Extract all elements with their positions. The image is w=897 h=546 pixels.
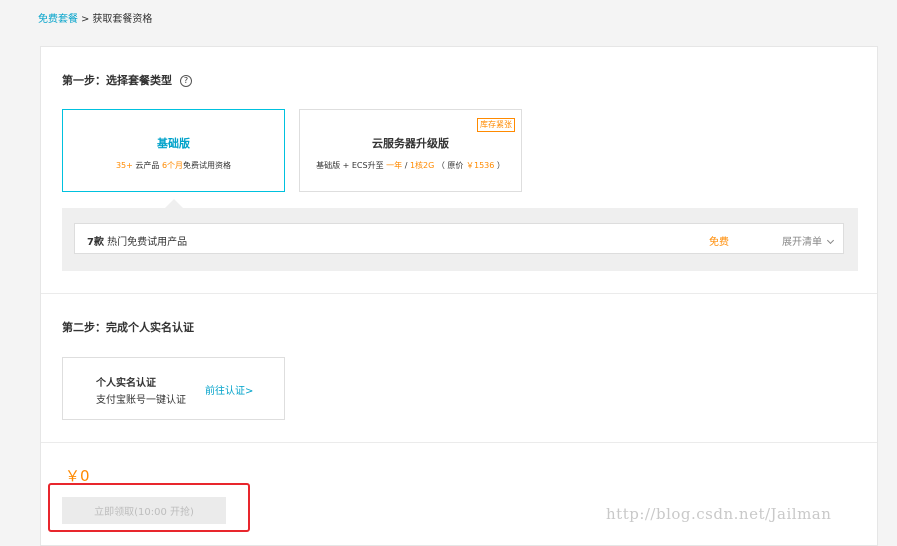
- divider-step2: [41, 442, 877, 443]
- stock-badge: 库存紧张: [477, 118, 515, 132]
- verify-card: 个人实名认证 支付宝账号一键认证 前往认证>: [62, 357, 285, 420]
- product-area: 7款 热门免费试用产品 免费 展开清单: [62, 208, 858, 271]
- plan-basic-desc: 35+ 云产品 6个月免费试用资格: [63, 160, 284, 171]
- plan-upgrade-price: ￥1536: [465, 161, 495, 170]
- verify-title: 个人实名认证: [96, 378, 156, 389]
- step2-title: 第二步：完成个人实名认证: [62, 321, 194, 334]
- plan-upgrade-year: 一年: [386, 161, 403, 170]
- plan-basic-name: 基础版: [157, 137, 190, 150]
- plan-upgrade-spec: 1核2G: [409, 161, 435, 170]
- go-verify-link[interactable]: 前往认证>: [205, 382, 253, 397]
- plan-basic-text1: 云产品: [135, 161, 160, 170]
- free-label: 免费: [709, 237, 729, 248]
- plan-basic-text2: 免费试用资格: [183, 161, 232, 170]
- watermark: http://blog.csdn.net/Jailman: [606, 505, 832, 523]
- divider-step1: [41, 293, 877, 294]
- plan-upgrade-prefix: 基础版 + ECS升至: [316, 161, 384, 170]
- product-list-bar[interactable]: 7款 热门免费试用产品 免费 展开清单: [74, 223, 844, 254]
- product-count: 7款 热门免费试用产品: [87, 233, 187, 248]
- plan-card-upgrade[interactable]: 库存紧张 云服务器升级版 基础版 + ECS升至 一年 / 1核2G （ 原价 …: [299, 109, 522, 192]
- expand-list-button[interactable]: 展开清单: [782, 233, 835, 248]
- plan-upgrade-name: 云服务器升级版: [372, 137, 449, 150]
- highlight-annotation-box: [48, 483, 250, 532]
- selection-pointer: [165, 199, 183, 208]
- product-count-label: 热门免费试用产品: [107, 237, 188, 248]
- step1-title-text: 第一步：选择套餐类型: [62, 74, 172, 87]
- product-count-number: 7款: [87, 237, 104, 248]
- verify-subtitle: 支付宝账号一键认证: [96, 395, 186, 406]
- step1-title: 第一步：选择套餐类型?: [62, 72, 192, 88]
- breadcrumb-link-free-plans[interactable]: 免费套餐: [38, 14, 78, 25]
- plan-upgrade-orig-close: ）: [496, 161, 505, 170]
- plan-upgrade-desc: 基础版 + ECS升至 一年 / 1核2G （ 原价 ￥1536 ）: [300, 160, 521, 171]
- main-panel: 第一步：选择套餐类型? 基础版 35+ 云产品 6个月免费试用资格 库存紧张 云…: [40, 46, 878, 546]
- breadcrumb-current: 获取套餐资格: [92, 14, 153, 25]
- plan-basic-count: 35+: [115, 161, 133, 170]
- help-icon[interactable]: ?: [180, 75, 192, 87]
- expand-list-label: 展开清单: [782, 237, 822, 248]
- plan-upgrade-slash: /: [404, 161, 408, 170]
- plan-upgrade-orig-open: （ 原价: [436, 161, 464, 170]
- breadcrumb: 免费套餐 > 获取套餐资格: [38, 10, 152, 25]
- breadcrumb-separator: >: [81, 14, 90, 25]
- chevron-down-icon: [826, 236, 835, 245]
- plan-basic-duration: 6个月: [161, 161, 184, 170]
- plan-card-basic[interactable]: 基础版 35+ 云产品 6个月免费试用资格: [62, 109, 285, 192]
